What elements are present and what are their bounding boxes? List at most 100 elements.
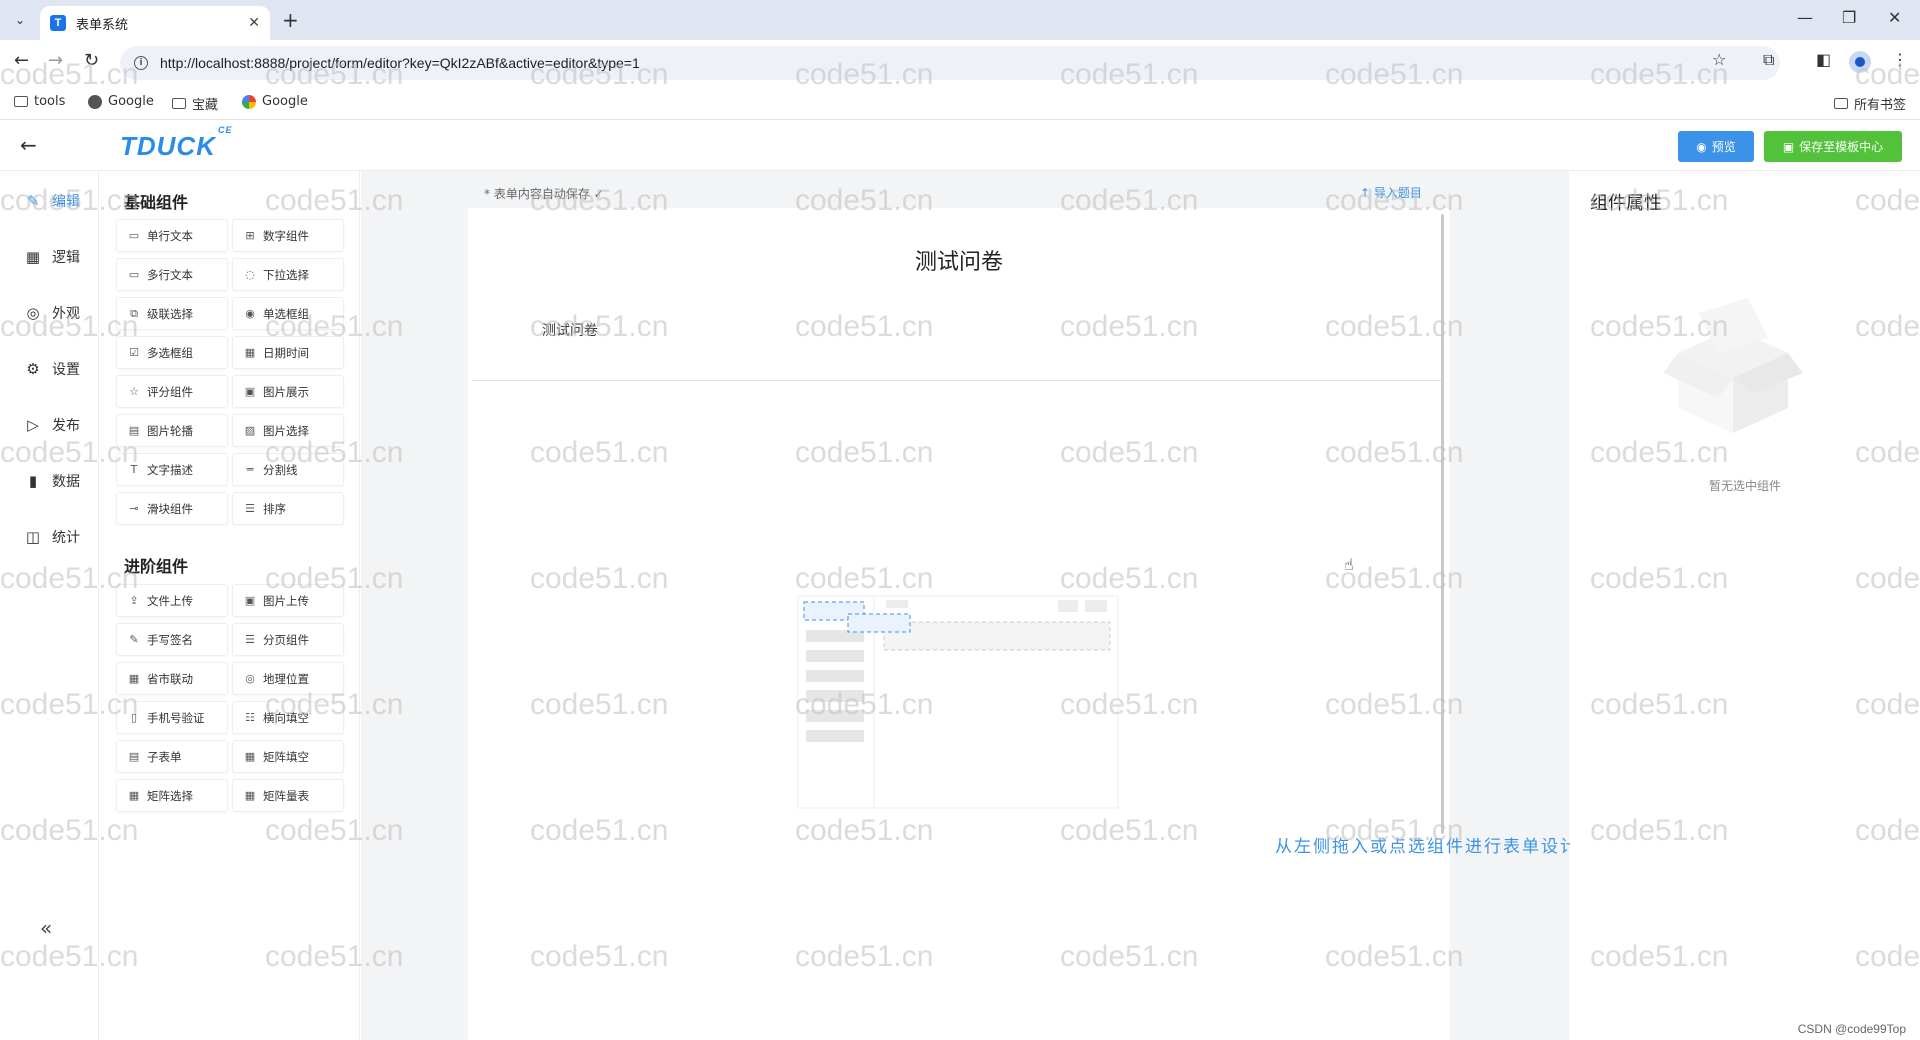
save-icon: ▣ (1782, 139, 1795, 154)
side-panel-icon[interactable]: ◧ (1816, 50, 1831, 69)
stats-icon: ◫ (25, 528, 41, 546)
component-basic-1[interactable]: ⊞ 数字组件 (232, 219, 344, 252)
component-label: 手机号验证 (147, 710, 205, 725)
import-questions-link[interactable]: ↑ 导入题目 (1360, 184, 1422, 201)
empty-box-icon (1663, 298, 1803, 433)
site-info-icon[interactable]: i (134, 56, 148, 70)
component-basic-2[interactable]: ▭ 多行文本 (116, 258, 228, 291)
bookmarks-bar: tools Google 宝藏 Google 所有书签 (0, 86, 1920, 120)
component-icon: ⇪ (129, 594, 139, 607)
back-arrow-icon[interactable]: ← (20, 133, 37, 157)
window-close-icon[interactable]: ✕ (1888, 8, 1901, 27)
nav-item-edit[interactable]: ✎ 编辑 (24, 191, 80, 211)
component-advanced-4[interactable]: ▦ 省市联动 (116, 662, 228, 695)
component-basic-11[interactable]: ▨ 图片选择 (232, 414, 344, 447)
component-advanced-6[interactable]: ▯ 手机号验证 (116, 701, 228, 734)
form-description[interactable]: 测试问卷 (542, 320, 598, 340)
component-icon: ▦ (128, 789, 140, 802)
favicon-icon: T (50, 15, 66, 31)
all-bookmarks[interactable]: 所有书签 (1834, 94, 1906, 113)
bookmark-google-2[interactable]: Google (242, 94, 308, 109)
nav-item-appearance[interactable]: ◎ 外观 (24, 303, 80, 323)
component-label: 子表单 (147, 749, 182, 764)
component-basic-6[interactable]: ☑ 多选框组 (116, 336, 228, 369)
component-label: 文字描述 (147, 462, 193, 477)
component-icon: ▭ (128, 229, 140, 242)
forward-icon[interactable]: → (48, 50, 63, 71)
bookmark-treasure[interactable]: 宝藏 (172, 94, 218, 113)
save-template-button[interactable]: ▣ 保存至模板中心 (1764, 131, 1902, 162)
component-advanced-10[interactable]: ▦ 矩阵选择 (116, 779, 228, 812)
component-advanced-11[interactable]: ▦ 矩阵量表 (232, 779, 344, 812)
component-basic-14[interactable]: ⊸ 滑块组件 (116, 492, 228, 525)
component-label: 数字组件 (263, 228, 309, 243)
component-label: 日期时间 (263, 345, 309, 360)
gear-icon: ⚙ (26, 360, 40, 378)
component-advanced-0[interactable]: ⇪ 文件上传 (116, 584, 228, 617)
component-basic-7[interactable]: ▦ 日期时间 (232, 336, 344, 369)
tab-title: 表单系统 (76, 17, 129, 33)
bookmark-star-icon[interactable]: ☆ (1712, 50, 1726, 69)
extensions-icon[interactable]: ⧉ (1763, 50, 1774, 70)
bookmark-google-1[interactable]: Google (88, 94, 154, 109)
component-label: 矩阵填空 (263, 749, 309, 764)
component-basic-8[interactable]: ☆ 评分组件 (116, 375, 228, 408)
back-icon[interactable]: ← (14, 50, 29, 71)
browser-tab[interactable]: T 表单系统 ✕ (40, 6, 270, 40)
nav-item-data[interactable]: ▮ 数据 (24, 471, 80, 491)
component-advanced-5[interactable]: ◎ 地理位置 (232, 662, 344, 695)
component-basic-12[interactable]: T 文字描述 (116, 453, 228, 486)
more-menu-icon[interactable]: ⋮ (1892, 50, 1908, 69)
component-advanced-8[interactable]: ▤ 子表单 (116, 740, 228, 773)
tab-search-icon[interactable]: ⌄ (8, 8, 32, 32)
form-title[interactable]: 测试问卷 (468, 244, 1450, 276)
component-icon: ⧉ (130, 306, 138, 320)
component-icon: ⊸ (129, 502, 139, 515)
nav-item-stats[interactable]: ◫ 统计 (24, 527, 80, 547)
minimize-icon[interactable]: — (1797, 8, 1813, 27)
reload-icon[interactable]: ↻ (84, 50, 99, 71)
component-basic-4[interactable]: ⧉ 级联选择 (116, 297, 228, 330)
browser-toolbar: ← → ↻ i http://localhost:8888/project/fo… (0, 40, 1920, 86)
canvas-scrollbar[interactable] (1441, 214, 1444, 834)
profile-icon[interactable] (1849, 51, 1871, 73)
component-basic-15[interactable]: ☰ 排序 (232, 492, 344, 525)
nav-item-settings[interactable]: ⚙ 设置 (24, 359, 80, 379)
component-icon: ▦ (244, 346, 256, 359)
component-basic-3[interactable]: ◌ 下拉选择 (232, 258, 344, 291)
component-icon: ═ (246, 463, 254, 476)
component-advanced-7[interactable]: ☷ 横向填空 (232, 701, 344, 734)
component-icon: ☑ (129, 346, 139, 359)
component-icon: ☷ (245, 711, 255, 724)
component-icon: ▯ (130, 711, 138, 724)
component-basic-13[interactable]: ═ 分割线 (232, 453, 344, 486)
component-icon: ▣ (244, 385, 256, 398)
component-basic-10[interactable]: ▤ 图片轮播 (116, 414, 228, 447)
google-icon (242, 94, 256, 109)
collapse-icon[interactable]: « (40, 916, 52, 940)
component-advanced-9[interactable]: ▦ 矩阵填空 (232, 740, 344, 773)
component-label: 地理位置 (263, 671, 309, 686)
new-tab-icon[interactable]: + (282, 8, 299, 32)
component-basic-9[interactable]: ▣ 图片展示 (232, 375, 344, 408)
preview-button[interactable]: ◉ 预览 (1678, 131, 1754, 162)
nav-item-publish[interactable]: ▷ 发布 (24, 415, 80, 435)
eye-icon: ◎ (26, 304, 40, 322)
component-advanced-3[interactable]: ☰ 分页组件 (232, 623, 344, 656)
autosave-status: * 表单内容自动保存 ✓ (484, 187, 604, 201)
component-icon: ☆ (129, 385, 139, 398)
component-basic-5[interactable]: ◉ 单选框组 (232, 297, 344, 330)
component-icon: ▦ (244, 789, 256, 802)
address-bar[interactable]: i http://localhost:8888/project/form/edi… (120, 46, 1780, 80)
component-basic-0[interactable]: ▭ 单行文本 (116, 219, 228, 252)
url-text[interactable]: http://localhost:8888/project/form/edito… (160, 55, 640, 71)
bookmark-tools[interactable]: tools (14, 94, 65, 109)
component-advanced-2[interactable]: ✎ 手写签名 (116, 623, 228, 656)
restore-icon[interactable]: ❐ (1842, 8, 1856, 27)
credit-text: CSDN @code99Top (1797, 1022, 1906, 1036)
component-advanced-1[interactable]: ▣ 图片上传 (232, 584, 344, 617)
component-label: 单行文本 (147, 228, 193, 243)
tab-close-icon[interactable]: ✕ (248, 15, 260, 31)
component-label: 横向填空 (263, 710, 309, 725)
nav-item-logic[interactable]: ▦ 逻辑 (24, 247, 80, 267)
